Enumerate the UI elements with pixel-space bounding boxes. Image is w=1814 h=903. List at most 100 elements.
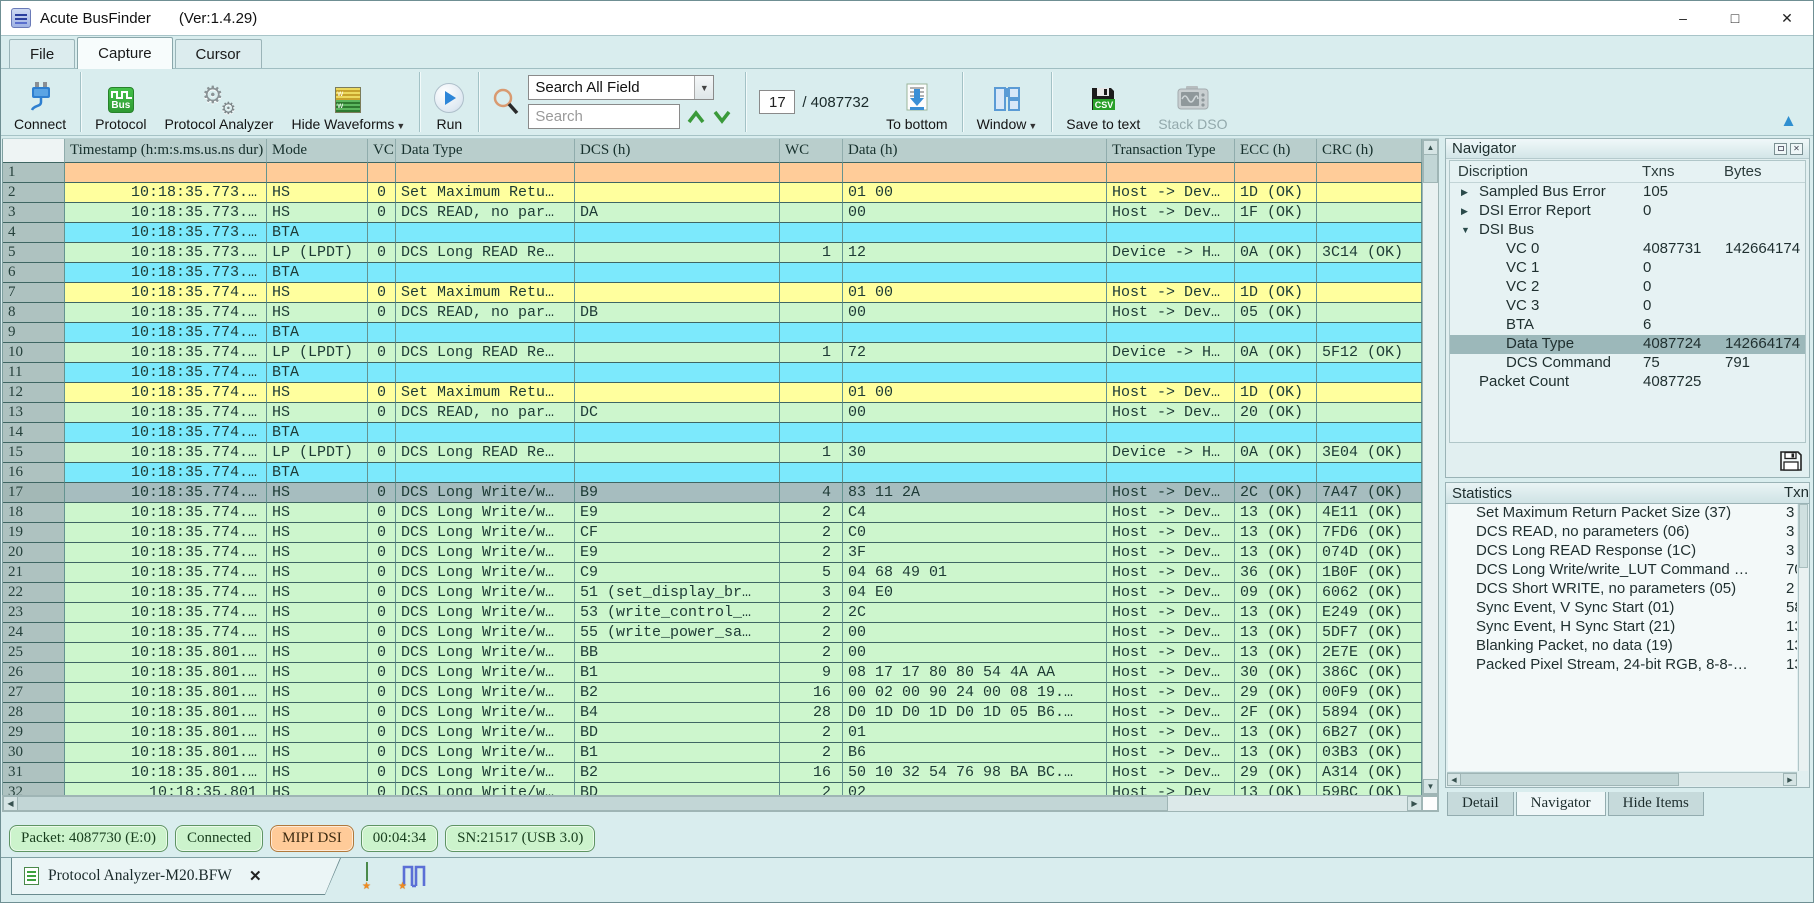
statistics-item[interactable]: Blanking Packet, no data (19)135 <box>1448 637 1797 656</box>
column-bytes[interactable]: Bytes <box>1724 161 1805 182</box>
close-panel-icon[interactable]: ✕ <box>1790 143 1803 155</box>
column-header[interactable]: Timestamp (h:m:s.ms.us.ns dur) <box>65 139 267 163</box>
column-header[interactable]: Data (h) <box>843 139 1107 163</box>
save-navigator-icon[interactable] <box>1780 451 1802 471</box>
statistics-item[interactable]: Sync Event, V Sync Start (01)580 <box>1448 599 1797 618</box>
statistics-item[interactable]: DCS Short WRITE, no parameters (05)2 <box>1448 580 1797 599</box>
scrollbar-track[interactable] <box>1423 183 1438 779</box>
scrollbar-track[interactable] <box>1679 773 1783 786</box>
collapse-toolbar-icon[interactable]: ▲ <box>1780 112 1797 129</box>
column-header[interactable]: Mode <box>267 139 368 163</box>
close-tab-icon[interactable]: ✕ <box>249 867 262 886</box>
horizontal-scrollbar[interactable]: ◀ ▶ <box>2 795 1439 812</box>
save-to-text-button[interactable]: CSV Save to text <box>1057 72 1149 132</box>
navigator-item[interactable]: Packet Count4087725 <box>1450 373 1805 392</box>
scroll-left-icon[interactable]: ◀ <box>3 796 18 811</box>
statistics-item[interactable]: Packed Pixel Stream, 24-bit RGB, 8-8-…13… <box>1448 656 1797 675</box>
table-row[interactable]: 410:18:35.773.…BTA <box>3 223 1422 243</box>
search-down-icon[interactable] <box>712 109 732 125</box>
column-header[interactable]: Transaction Type <box>1107 139 1235 163</box>
search-up-icon[interactable] <box>686 109 706 125</box>
minimize-icon[interactable]: – <box>1657 1 1709 35</box>
navigator-item[interactable]: VC 04087731142664174 <box>1450 240 1805 259</box>
navigator-item[interactable]: VC 30 <box>1450 297 1805 316</box>
protocol-analyzer-button[interactable]: ⚙⚙ Protocol Analyzer <box>156 72 283 132</box>
search-input[interactable] <box>528 104 680 129</box>
statistics-horizontal-scrollbar[interactable]: ◀ ▶ <box>1447 772 1797 786</box>
table-row[interactable]: 2510:18:35.801.…HS0DCS Long Write/w…BB20… <box>3 643 1422 663</box>
tab-navigator[interactable]: Navigator <box>1516 792 1606 816</box>
table-row[interactable]: 1310:18:35.774.…HS0DCS READ, no par…DC00… <box>3 403 1422 423</box>
new-waveform-view-button[interactable]: ★ <box>402 863 426 889</box>
table-row[interactable]: 2710:18:35.801.…HS0DCS Long Write/w…B216… <box>3 683 1422 703</box>
scrollbar-thumb[interactable] <box>1423 155 1438 183</box>
scroll-up-icon[interactable]: ▲ <box>1423 140 1438 155</box>
table-row[interactable]: 1710:18:35.774.…HS0DCS Long Write/w…B948… <box>3 483 1422 503</box>
scrollbar-thumb[interactable] <box>1461 773 1679 786</box>
statistics-item[interactable]: DCS Long READ Response (1C)3 <box>1448 542 1797 561</box>
table-row[interactable]: 2210:18:35.774.…HS0DCS Long Write/w…51 (… <box>3 583 1422 603</box>
column-header[interactable]: WC <box>780 139 843 163</box>
position-input[interactable] <box>759 90 795 114</box>
close-icon[interactable]: ✕ <box>1761 1 1813 35</box>
table-row[interactable]: 910:18:35.774.…BTA <box>3 323 1422 343</box>
navigator-item[interactable]: ▼DSI Bus <box>1450 221 1805 240</box>
navigator-item[interactable]: BTA6 <box>1450 316 1805 335</box>
tab-hide-items[interactable]: Hide Items <box>1608 792 1704 816</box>
scrollbar-track[interactable] <box>1168 796 1407 811</box>
table-row[interactable]: 3010:18:35.801.…HS0DCS Long Write/w…B12B… <box>3 743 1422 763</box>
scrollbar-thumb[interactable] <box>1799 504 1808 568</box>
menu-tab-cursor[interactable]: Cursor <box>175 39 262 68</box>
expanded-arrow-icon[interactable]: ▼ <box>1461 221 1470 239</box>
table-row[interactable]: 2310:18:35.774.…HS0DCS Long Write/w…53 (… <box>3 603 1422 623</box>
navigator-item[interactable]: VC 20 <box>1450 278 1805 297</box>
protocol-button[interactable]: Bus Protocol <box>86 72 155 132</box>
navigator-item[interactable]: Data Type4087724142664174 <box>1450 335 1805 354</box>
table-row[interactable]: 1510:18:35.774.…LP (LPDT)0DCS Long READ … <box>3 443 1422 463</box>
table-row[interactable]: 2010:18:35.774.…HS0DCS Long Write/w…E923… <box>3 543 1422 563</box>
scroll-right-icon[interactable]: ▶ <box>1407 796 1422 811</box>
table-row[interactable]: 1 <box>3 163 1422 183</box>
table-row[interactable]: 2110:18:35.774.…HS0DCS Long Write/w…C950… <box>3 563 1422 583</box>
table-row[interactable]: 3110:18:35.801.…HS0DCS Long Write/w…B216… <box>3 763 1422 783</box>
statistics-item[interactable]: Set Maximum Return Packet Size (37)3 <box>1448 504 1797 523</box>
column-header[interactable]: ECC (h) <box>1235 139 1317 163</box>
new-analyzer-doc-button[interactable]: ★ <box>366 863 390 889</box>
run-button[interactable]: Run <box>425 72 473 132</box>
table-row[interactable]: 1010:18:35.774.…LP (LPDT)0DCS Long READ … <box>3 343 1422 363</box>
column-header[interactable]: DCS (h) <box>575 139 780 163</box>
menu-tab-file[interactable]: File <box>9 39 75 68</box>
scroll-left-icon[interactable]: ◀ <box>1447 773 1461 786</box>
navigator-item[interactable]: VC 10 <box>1450 259 1805 278</box>
table-row[interactable]: 2810:18:35.801.…HS0DCS Long Write/w…B428… <box>3 703 1422 723</box>
table-row[interactable]: 310:18:35.773.…HS0DCS READ, no par…DA00H… <box>3 203 1422 223</box>
table-row[interactable]: 3210:18:35.801HS0DCS Long Write/w…BD202H… <box>3 783 1422 795</box>
table-row[interactable]: 1410:18:35.774.…BTA <box>3 423 1422 443</box>
table-row[interactable]: 210:18:35.773.…HS0Set Maximum Retu…01 00… <box>3 183 1422 203</box>
vertical-scrollbar[interactable]: ▲ ▼ <box>1422 139 1439 795</box>
navigator-item[interactable]: ▶Sampled Bus Error105 <box>1450 183 1805 202</box>
hide-waveforms-button[interactable]: ww Hide Waveforms▼ <box>282 72 414 132</box>
table-row[interactable]: 1810:18:35.774.…HS0DCS Long Write/w…E92C… <box>3 503 1422 523</box>
column-discription[interactable]: Discription <box>1450 161 1642 182</box>
statistics-vertical-scrollbar[interactable] <box>1798 504 1808 771</box>
scrollbar-thumb[interactable] <box>18 796 1168 811</box>
table-row[interactable]: 1610:18:35.774.…BTA <box>3 463 1422 483</box>
table-row[interactable]: 2910:18:35.801.…HS0DCS Long Write/w…BD20… <box>3 723 1422 743</box>
maximize-icon[interactable]: □ <box>1709 1 1761 35</box>
table-row[interactable]: 510:18:35.773.…LP (LPDT)0DCS Long READ R… <box>3 243 1422 263</box>
column-header[interactable]: VC <box>368 139 396 163</box>
connect-button[interactable]: Connect <box>5 72 75 132</box>
scroll-right-icon[interactable]: ▶ <box>1783 773 1797 786</box>
statistics-item[interactable]: DCS Long Write/write_LUT Command …70 <box>1448 561 1797 580</box>
column-header[interactable]: Data Type <box>396 139 575 163</box>
statistics-item[interactable]: DCS READ, no parameters (06)3 <box>1448 523 1797 542</box>
navigator-item[interactable]: ▶DSI Error Report0 <box>1450 202 1805 221</box>
scroll-down-icon[interactable]: ▼ <box>1423 779 1438 794</box>
float-panel-icon[interactable] <box>1774 143 1787 155</box>
table-row[interactable]: 2610:18:35.801.…HS0DCS Long Write/w…B190… <box>3 663 1422 683</box>
table-row[interactable]: 1110:18:35.774.…BTA <box>3 363 1422 383</box>
statistics-item[interactable]: Sync Event, H Sync Start (21)137 <box>1448 618 1797 637</box>
column-txns[interactable]: Txns <box>1642 161 1724 182</box>
search-field-select[interactable]: Search All Field ▼ <box>528 75 714 100</box>
